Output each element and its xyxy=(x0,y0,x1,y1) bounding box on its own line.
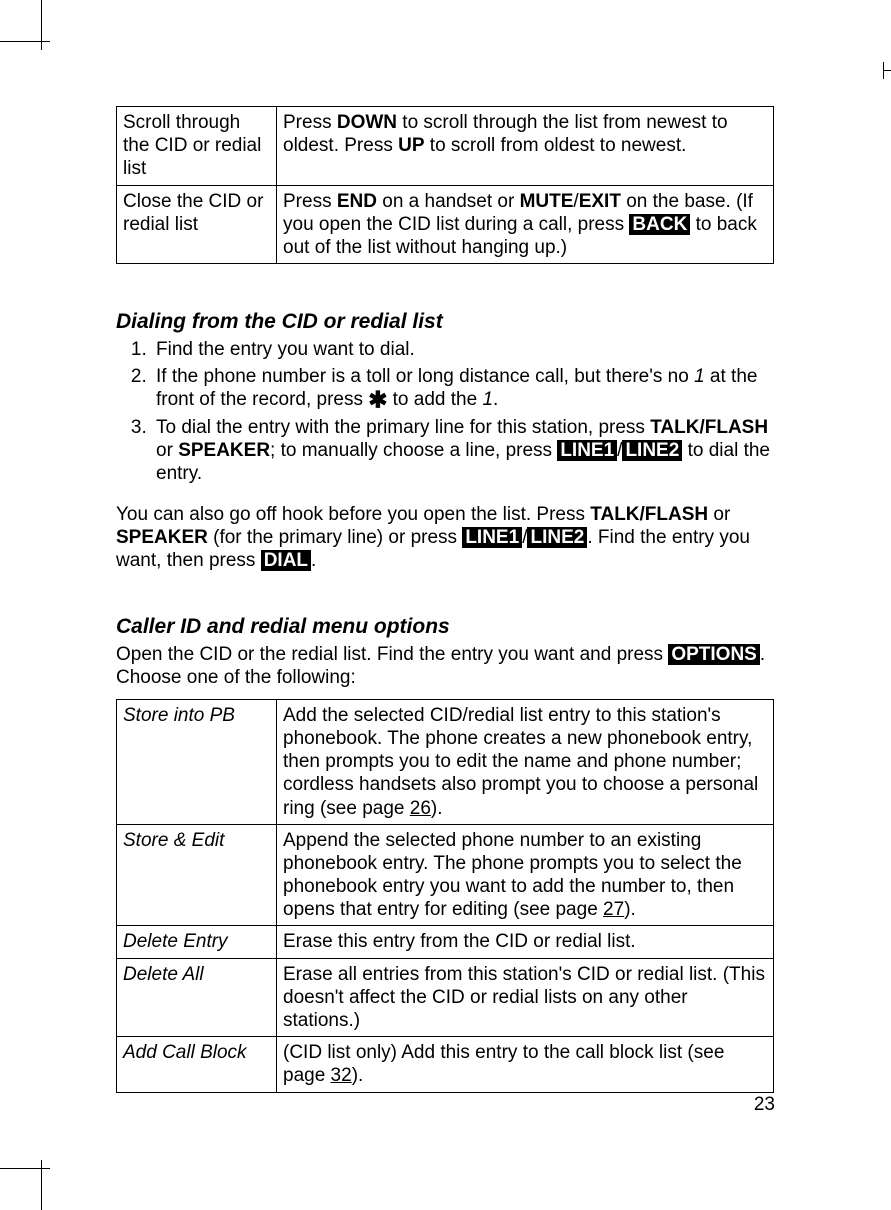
option-name-cell: Delete Entry xyxy=(117,926,277,958)
star-key-icon: ✱ xyxy=(368,387,387,413)
text: Open the CID or the redial list. Find th… xyxy=(116,644,668,665)
crop-mark xyxy=(41,1160,42,1210)
text: or xyxy=(708,504,730,525)
option-name-cell: Delete All xyxy=(117,958,277,1037)
crop-mark xyxy=(0,1168,50,1169)
text: on a handset or xyxy=(377,191,520,212)
paragraph: Open the CID or the redial list. Find th… xyxy=(116,643,774,689)
crop-mark xyxy=(883,62,884,79)
softkey-label: OPTIONS xyxy=(668,644,760,665)
text: Press xyxy=(283,191,337,212)
action-cell: Scroll through the CID or redial list xyxy=(117,107,277,186)
text: ; to manually choose a line, press xyxy=(270,440,557,461)
softkey-label: LINE1 xyxy=(557,440,617,461)
option-name-cell: Store & Edit xyxy=(117,824,277,926)
description-cell: (CID list only) Add this entry to the ca… xyxy=(277,1037,774,1092)
table-row: Store & Edit Append the selected phone n… xyxy=(117,824,774,926)
text: You can also go off hook before you open… xyxy=(116,504,590,525)
text: To dial the entry with the primary line … xyxy=(156,417,650,438)
section-heading: Dialing from the CID or redial list xyxy=(116,310,774,334)
action-table: Scroll through the CID or redial list Pr… xyxy=(116,106,774,264)
text: to scroll from oldest to newest. xyxy=(425,135,687,156)
page-ref: 32 xyxy=(331,1065,352,1086)
key-label: END xyxy=(337,191,377,212)
description-cell: Press END on a handset or MUTE/EXIT on t… xyxy=(277,185,774,264)
key-label: EXIT xyxy=(579,191,621,212)
text: If the phone number is a toll or long di… xyxy=(156,366,694,387)
table-row: Close the CID or redial list Press END o… xyxy=(117,185,774,264)
page-content: Scroll through the CID or redial list Pr… xyxy=(116,106,774,1093)
text: ). xyxy=(624,899,636,920)
crop-mark xyxy=(884,70,891,71)
softkey-label: LINE1 xyxy=(462,527,522,548)
softkey-label: BACK xyxy=(629,214,690,235)
text: Press xyxy=(283,112,337,133)
paragraph: You can also go off hook before you open… xyxy=(116,503,774,573)
steps-list: Find the entry you want to dial. If the … xyxy=(152,338,774,485)
text: Append the selected phone number to an e… xyxy=(283,830,742,921)
italic-text: 1 xyxy=(482,389,493,410)
crop-mark xyxy=(41,0,42,50)
crop-mark xyxy=(0,41,50,42)
softkey-label: DIAL xyxy=(261,550,311,571)
table-row: Scroll through the CID or redial list Pr… xyxy=(117,107,774,186)
key-label: MUTE xyxy=(520,191,574,212)
text: to add the xyxy=(387,389,482,410)
table-row: Add Call Block (CID list only) Add this … xyxy=(117,1037,774,1092)
key-label: DOWN xyxy=(337,112,397,133)
table-row: Store into PB Add the selected CID/redia… xyxy=(117,699,774,824)
description-cell: Erase all entries from this station's CI… xyxy=(277,958,774,1037)
key-label: TALK/FLASH xyxy=(650,417,768,438)
action-cell: Close the CID or redial list xyxy=(117,185,277,264)
page-ref: 26 xyxy=(410,798,431,819)
list-item: To dial the entry with the primary line … xyxy=(152,416,774,486)
list-item: If the phone number is a toll or long di… xyxy=(152,365,774,411)
table-row: Delete Entry Erase this entry from the C… xyxy=(117,926,774,958)
description-cell: Add the selected CID/redial list entry t… xyxy=(277,699,774,824)
description-cell: Press DOWN to scroll through the list fr… xyxy=(277,107,774,186)
menu-options-table: Store into PB Add the selected CID/redia… xyxy=(116,699,774,1093)
text: . xyxy=(493,389,498,410)
option-name-cell: Add Call Block xyxy=(117,1037,277,1092)
key-label: TALK/FLASH xyxy=(590,504,708,525)
text: . xyxy=(311,550,316,571)
section-heading: Caller ID and redial menu options xyxy=(116,615,774,639)
italic-text: 1 xyxy=(694,366,705,387)
key-label: SPEAKER xyxy=(178,440,270,461)
page-ref: 27 xyxy=(603,899,624,920)
text: Add the selected CID/redial list entry t… xyxy=(283,705,758,819)
text: ). xyxy=(431,798,443,819)
description-cell: Erase this entry from the CID or redial … xyxy=(277,926,774,958)
softkey-label: LINE2 xyxy=(527,527,587,548)
text: or xyxy=(156,440,178,461)
text: (for the primary line) or press xyxy=(208,527,462,548)
page-number: 23 xyxy=(754,1094,775,1116)
option-name-cell: Store into PB xyxy=(117,699,277,824)
key-label: SPEAKER xyxy=(116,527,208,548)
list-item: Find the entry you want to dial. xyxy=(152,338,774,361)
key-label: UP xyxy=(398,135,424,156)
description-cell: Append the selected phone number to an e… xyxy=(277,824,774,926)
table-row: Delete All Erase all entries from this s… xyxy=(117,958,774,1037)
text: ). xyxy=(352,1065,364,1086)
text: Find the entry you want to dial. xyxy=(156,339,415,360)
softkey-label: LINE2 xyxy=(622,440,682,461)
